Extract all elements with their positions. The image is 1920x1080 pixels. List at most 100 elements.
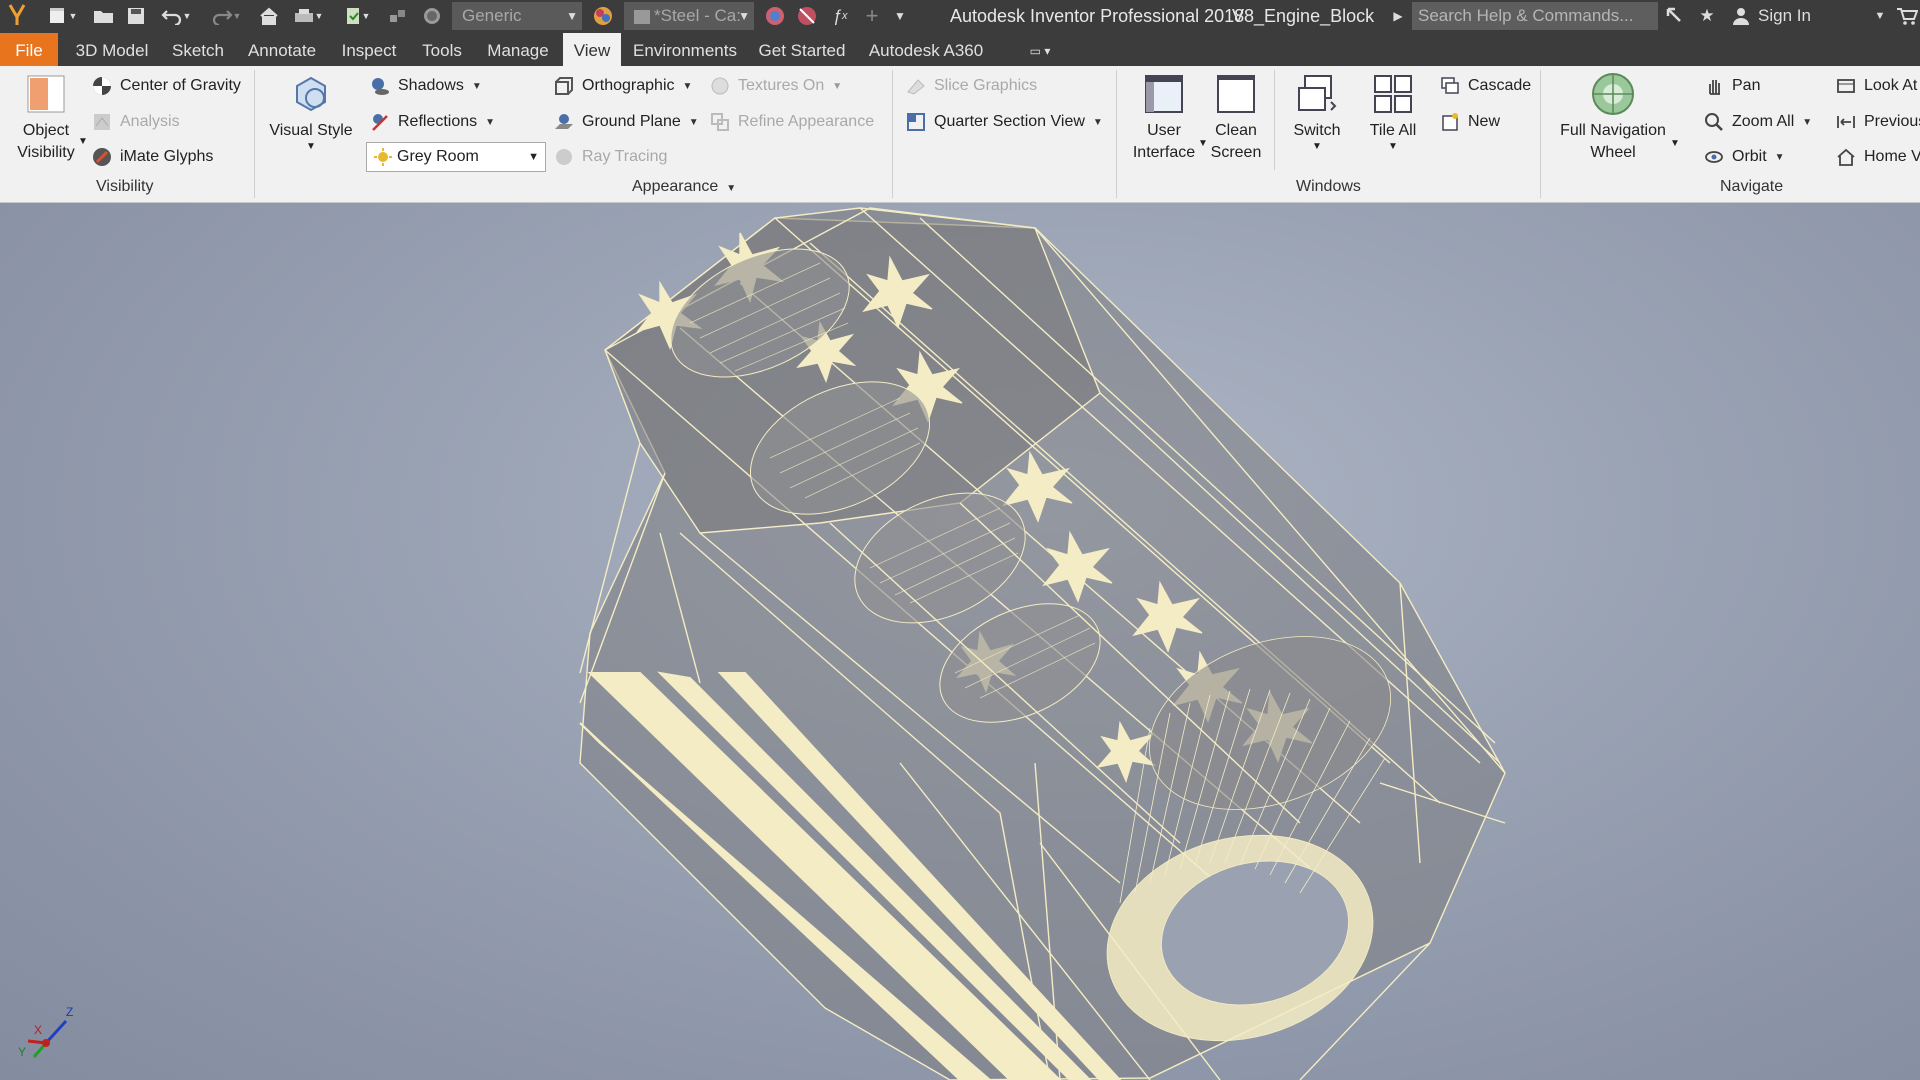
full-navigation-wheel-button[interactable]: Full Navigation Wheel bbox=[1548, 72, 1678, 164]
sign-in-link[interactable]: Sign In bbox=[1758, 4, 1828, 28]
save-icon[interactable] bbox=[124, 4, 148, 28]
look-at-button[interactable]: Look At bbox=[1836, 76, 1917, 96]
tab-manage[interactable]: Manage bbox=[478, 33, 558, 66]
look-at-icon bbox=[1836, 76, 1856, 96]
panel-divider bbox=[1274, 70, 1275, 170]
graphics-viewport[interactable]: Z X Y bbox=[0, 203, 1920, 1080]
binoculars-search-icon[interactable] bbox=[1662, 4, 1688, 28]
ray-tracing-icon bbox=[554, 147, 574, 167]
reflections-button[interactable]: Reflections ▼ bbox=[370, 112, 495, 132]
pan-hand-icon bbox=[1704, 76, 1724, 96]
center-of-gravity-label: Center of Gravity bbox=[120, 77, 241, 94]
object-visibility-dropdown-icon[interactable]: ▼ bbox=[78, 136, 88, 147]
switch-label: Switch bbox=[1293, 122, 1341, 139]
slice-graphics-button[interactable]: Slice Graphics bbox=[906, 76, 1037, 96]
full-navigation-wheel-label-2: Wheel bbox=[1590, 144, 1636, 161]
tab-get-started[interactable]: Get Started bbox=[752, 33, 852, 66]
appearance-panel-label[interactable]: Appearance ▼ bbox=[632, 178, 736, 196]
search-expand-arrow-icon[interactable]: ▶ bbox=[1390, 4, 1406, 28]
pan-button[interactable]: Pan bbox=[1704, 76, 1760, 96]
textures-icon bbox=[710, 76, 730, 96]
new-window-button[interactable]: New bbox=[1440, 112, 1500, 132]
tab-annotate[interactable]: Annotate bbox=[240, 33, 324, 66]
home-view-button[interactable]: Home View bbox=[1836, 147, 1920, 167]
tab-tools[interactable]: Tools bbox=[414, 33, 470, 66]
cascade-button[interactable]: Cascade bbox=[1440, 76, 1531, 96]
sign-in-dropdown-icon[interactable]: ▼ bbox=[1872, 4, 1888, 28]
appearance-combo[interactable]: *Steel - Ca: ▼ bbox=[624, 2, 754, 30]
cart-icon[interactable] bbox=[1894, 4, 1920, 28]
ribbon-display-options-icon[interactable]: ▭ ▾ bbox=[1020, 33, 1060, 66]
visual-style-dropdown-icon[interactable]: ▼ bbox=[266, 142, 356, 152]
tab-view[interactable]: View bbox=[563, 33, 621, 66]
inventor-logo-icon[interactable] bbox=[4, 4, 30, 28]
new-file-icon[interactable]: ▼ bbox=[42, 4, 82, 28]
visual-style-button[interactable]: Visual Style ▼ bbox=[266, 72, 356, 152]
ribbon: Object Visibility ▼ Center of Gravity An… bbox=[0, 66, 1920, 203]
previous-view-button[interactable]: Previous bbox=[1836, 112, 1920, 132]
customize-quick-access-icon[interactable]: ▼ bbox=[890, 4, 910, 28]
tile-all-button[interactable]: Tile All ▼ bbox=[1358, 72, 1428, 152]
refine-appearance-button[interactable]: Refine Appearance bbox=[710, 112, 874, 132]
tab-3d-model[interactable]: 3D Model bbox=[66, 33, 158, 66]
parameters-fx-icon[interactable]: ƒx bbox=[828, 4, 852, 28]
document-title: V8_Engine_Block bbox=[1232, 6, 1375, 26]
ray-tracing-button[interactable]: Ray Tracing bbox=[554, 147, 667, 167]
user-icon[interactable] bbox=[1728, 4, 1754, 28]
shadows-button[interactable]: Shadows ▼ bbox=[370, 76, 482, 96]
adjust-appearance-icon[interactable] bbox=[762, 4, 788, 28]
navigation-wheel-dropdown-icon[interactable]: ▼ bbox=[1670, 138, 1680, 149]
switch-button[interactable]: Switch ▼ bbox=[1282, 72, 1352, 152]
redo-icon[interactable]: ▼ bbox=[206, 4, 246, 28]
center-of-gravity-button[interactable]: Center of Gravity bbox=[92, 76, 241, 96]
zoom-all-button[interactable]: Zoom All ▼ bbox=[1704, 112, 1812, 132]
add-icon[interactable]: + bbox=[860, 3, 884, 28]
appearance-sphere-icon[interactable] bbox=[590, 4, 616, 28]
orthographic-icon bbox=[554, 76, 574, 96]
switch-dropdown-icon[interactable]: ▼ bbox=[1282, 142, 1352, 152]
analysis-button[interactable]: Analysis bbox=[92, 112, 180, 132]
tile-all-label: Tile All bbox=[1369, 122, 1417, 139]
favorites-star-icon[interactable]: ★ bbox=[1694, 4, 1720, 28]
orthographic-button[interactable]: Orthographic ▼ bbox=[554, 76, 692, 96]
clear-appearance-icon[interactable] bbox=[794, 4, 820, 28]
quarter-section-view-button[interactable]: Quarter Section View ▼ bbox=[906, 112, 1103, 132]
textures-on-button[interactable]: Textures On ▼ bbox=[710, 76, 842, 96]
material-combo[interactable]: Generic ▼ bbox=[452, 2, 582, 30]
undo-icon[interactable]: ▼ bbox=[156, 4, 196, 28]
tab-inspect[interactable]: Inspect bbox=[332, 33, 406, 66]
steel-swatch-icon bbox=[634, 9, 650, 24]
imate-glyphs-button[interactable]: iMate Glyphs bbox=[92, 147, 213, 167]
update-icon[interactable]: ▼ bbox=[340, 4, 374, 28]
search-input[interactable]: Search Help & Commands... bbox=[1412, 2, 1658, 30]
user-interface-button[interactable]: User Interface bbox=[1124, 72, 1204, 164]
lighting-style-select[interactable]: Grey Room ▼ bbox=[366, 142, 546, 172]
user-interface-label-2: Interface bbox=[1132, 144, 1196, 161]
axis-z-label: Z bbox=[66, 1005, 74, 1019]
tab-environments[interactable]: Environments bbox=[628, 33, 742, 66]
tile-all-dropdown-icon[interactable]: ▼ bbox=[1358, 142, 1428, 152]
tab-sketch[interactable]: Sketch bbox=[166, 33, 230, 66]
quarter-section-view-icon bbox=[906, 112, 926, 132]
app-title: Autodesk Inventor Professional 2018 bbox=[950, 6, 1245, 26]
tab-autodesk-a360[interactable]: Autodesk A360 bbox=[866, 33, 986, 66]
select-icon[interactable] bbox=[386, 4, 410, 28]
engine-block-wireframe[interactable] bbox=[0, 203, 1920, 1080]
lighting-style-value: Grey Room bbox=[397, 148, 479, 165]
ribbon-tab-bar: File 3D Model Sketch Annotate Inspect To… bbox=[0, 33, 1920, 66]
lighting-style-icon bbox=[373, 147, 393, 167]
object-visibility-label-2: Visibility bbox=[17, 144, 75, 161]
axis-triad: Z X Y bbox=[14, 1003, 74, 1063]
orbit-button[interactable]: Orbit ▼ bbox=[1704, 147, 1785, 167]
imate-glyphs-label: iMate Glyphs bbox=[120, 148, 214, 165]
open-folder-icon[interactable] bbox=[92, 4, 116, 28]
color-scheme-icon[interactable] bbox=[420, 4, 444, 28]
axis-x-label: X bbox=[34, 1023, 43, 1037]
print-icon[interactable]: ▼ bbox=[288, 4, 328, 28]
home-icon[interactable] bbox=[258, 4, 280, 28]
tab-file[interactable]: File bbox=[0, 33, 58, 66]
clean-screen-button[interactable]: Clean Screen bbox=[1206, 72, 1266, 164]
ground-plane-button[interactable]: Ground Plane ▼ bbox=[554, 112, 699, 132]
lighting-style-dropdown-icon[interactable]: ▼ bbox=[528, 151, 539, 163]
object-visibility-button[interactable]: Object Visibility bbox=[8, 72, 84, 164]
